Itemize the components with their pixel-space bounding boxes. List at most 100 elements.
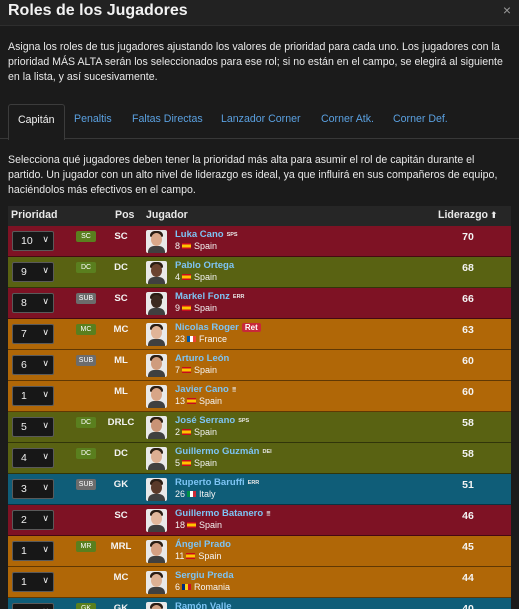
player-info: 4 Spain bbox=[175, 272, 217, 282]
priority-value: 10 bbox=[21, 235, 33, 247]
player-country: Spain bbox=[194, 427, 218, 437]
player-country: Spain bbox=[198, 551, 222, 561]
player-name-link[interactable]: Sergiu Preda bbox=[175, 570, 234, 581]
header-priority[interactable]: Prioridad bbox=[11, 209, 58, 221]
tab-corner-atk[interactable]: Corner Atk. bbox=[321, 113, 374, 125]
header-leadership[interactable]: Liderazgo ⬆ bbox=[438, 209, 498, 221]
avatar-face bbox=[151, 543, 162, 556]
player-name-link[interactable]: Ramón Valle bbox=[175, 601, 232, 609]
player-position: ML bbox=[114, 386, 128, 397]
priority-select[interactable]: 2 ∨ bbox=[12, 510, 54, 530]
country-flag-icon bbox=[182, 305, 192, 311]
priority-select[interactable]: 5 ∨ bbox=[12, 417, 54, 437]
player-name-link[interactable]: Guillermo Guzmán DEI bbox=[175, 446, 272, 457]
shirt-number: 13 bbox=[175, 396, 186, 406]
priority-select[interactable]: 3 ∨ bbox=[12, 479, 54, 499]
player-name-link[interactable]: Luka Cano SPS bbox=[175, 229, 238, 240]
player-info: 7 Spain bbox=[175, 365, 217, 375]
player-name-link[interactable]: Ángel Prado bbox=[175, 539, 231, 550]
table-row: 1 ∨ MR MRL Ángel Prado 11 Spain 45 bbox=[8, 536, 511, 567]
header-pos[interactable]: Pos bbox=[115, 209, 134, 221]
country-flag-icon bbox=[187, 491, 197, 497]
avatar-shirt bbox=[148, 525, 165, 532]
player-name: Luka Cano bbox=[175, 229, 224, 240]
player-avatar bbox=[146, 478, 167, 501]
leadership-value: 70 bbox=[462, 231, 474, 243]
table-row: ∨ GK GK Ramón Valle 40 bbox=[8, 598, 511, 609]
table-row: 8 ∨ SUB SC Markel Fonz ERR 9 Spain 66 bbox=[8, 288, 511, 319]
player-avatar bbox=[146, 602, 167, 609]
player-name-link[interactable]: Nicolas Roger Ret bbox=[175, 322, 261, 333]
player-name: Markel Fonz bbox=[175, 291, 230, 302]
player-country: Spain bbox=[194, 241, 218, 251]
avatar-face bbox=[151, 481, 162, 494]
priority-select[interactable]: ∨ bbox=[12, 603, 54, 609]
close-icon[interactable]: × bbox=[503, 2, 511, 18]
header-player[interactable]: Jugador bbox=[146, 209, 188, 221]
player-name-link[interactable]: Javier Cano ≣ bbox=[175, 384, 236, 395]
player-position: MC bbox=[113, 572, 129, 583]
leadership-value: 58 bbox=[462, 448, 474, 460]
priority-value: 1 bbox=[21, 390, 27, 402]
player-trait-tag: ≣ bbox=[266, 511, 271, 517]
player-name: Arturo León bbox=[175, 353, 230, 364]
player-country: Spain bbox=[199, 396, 223, 406]
player-avatar bbox=[146, 447, 167, 470]
leadership-value: 66 bbox=[462, 293, 474, 305]
chevron-down-icon: ∨ bbox=[42, 234, 49, 244]
tab-corner-def[interactable]: Corner Def. bbox=[393, 113, 448, 125]
shirt-number: 2 bbox=[175, 427, 181, 437]
tab-penaltis[interactable]: Penaltis bbox=[74, 113, 112, 125]
player-name-link[interactable]: Guillermo Batanero ≣ bbox=[175, 508, 271, 519]
avatar-face bbox=[151, 264, 162, 277]
player-info: 26 Italy bbox=[175, 489, 216, 499]
player-name-link[interactable]: José Serrano SPS bbox=[175, 415, 249, 426]
priority-select[interactable]: 6 ∨ bbox=[12, 355, 54, 375]
avatar-shirt bbox=[148, 339, 165, 346]
priority-select[interactable]: 9 ∨ bbox=[12, 262, 54, 282]
table-row: 4 ∨ DC DC Guillermo Guzmán DEI 5 Spain 58 bbox=[8, 443, 511, 474]
chevron-down-icon: ∨ bbox=[42, 513, 49, 523]
player-name-link[interactable]: Pablo Ortega bbox=[175, 260, 234, 271]
shirt-number: 23 bbox=[175, 334, 186, 344]
priority-select[interactable]: 10 ∨ bbox=[12, 231, 54, 251]
leadership-value: 60 bbox=[462, 355, 474, 367]
chevron-down-icon: ∨ bbox=[42, 451, 49, 461]
avatar-face bbox=[151, 574, 162, 587]
lineup-position-badge: SUB bbox=[76, 355, 96, 366]
tab-lanzador-corner[interactable]: Lanzador Corner bbox=[221, 113, 301, 125]
player-name: Guillermo Batanero bbox=[175, 508, 264, 519]
priority-select[interactable]: 1 ∨ bbox=[12, 386, 54, 406]
tab-capitan[interactable]: Capitán bbox=[8, 104, 65, 140]
player-avatar bbox=[146, 261, 167, 284]
table-row: 2 ∨ SC Guillermo Batanero ≣ 18 Spain 46 bbox=[8, 505, 511, 536]
lineup-position-badge: GK bbox=[76, 603, 96, 609]
table-row: 9 ∨ DC DC Pablo Ortega 4 Spain 68 bbox=[8, 257, 511, 288]
player-info: 13 Spain bbox=[175, 396, 222, 406]
player-avatar bbox=[146, 571, 167, 594]
priority-value: 4 bbox=[21, 452, 27, 464]
player-name-link[interactable]: Arturo León bbox=[175, 353, 229, 364]
avatar-shirt bbox=[148, 370, 165, 377]
country-flag-icon bbox=[187, 398, 197, 404]
player-position: MRL bbox=[110, 541, 132, 552]
country-flag-icon bbox=[182, 243, 192, 249]
player-trait-tag: ERR bbox=[232, 294, 245, 300]
retiring-badge: Ret bbox=[241, 323, 261, 332]
window-titlebar: Roles de los Jugadores × bbox=[0, 0, 519, 26]
table-row: 10 ∨ SC SC Luka Cano SPS 8 Spain 70 bbox=[8, 226, 511, 257]
player-name-link[interactable]: Ruperto Baruffi ERR bbox=[175, 477, 259, 488]
priority-select[interactable]: 7 ∨ bbox=[12, 324, 54, 344]
leadership-value: 45 bbox=[462, 541, 474, 553]
priority-select[interactable]: 1 ∨ bbox=[12, 541, 54, 561]
shirt-number: 11 bbox=[175, 551, 185, 561]
player-name-link[interactable]: Markel Fonz ERR bbox=[175, 291, 245, 302]
priority-select[interactable]: 4 ∨ bbox=[12, 448, 54, 468]
player-avatar bbox=[146, 509, 167, 532]
tab-faltas-directas[interactable]: Faltas Directas bbox=[132, 113, 203, 125]
priority-select[interactable]: 1 ∨ bbox=[12, 572, 54, 592]
priority-select[interactable]: 8 ∨ bbox=[12, 293, 54, 313]
avatar-shirt bbox=[148, 277, 165, 284]
chevron-down-icon: ∨ bbox=[42, 482, 49, 492]
player-country: France bbox=[199, 334, 228, 344]
